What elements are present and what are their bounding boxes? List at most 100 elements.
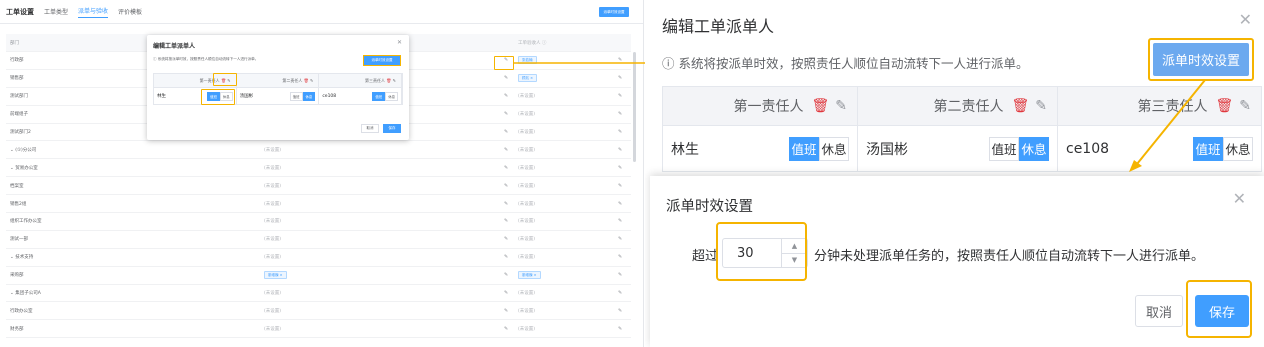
edit-icon[interactable]: ✎ xyxy=(618,236,628,242)
edit-icon[interactable]: ✎ xyxy=(618,290,628,296)
edit-icon[interactable]: ✎ xyxy=(835,98,847,114)
mini-cancel-button[interactable]: 取消 xyxy=(361,124,379,133)
mini-save-button[interactable]: 保存 xyxy=(383,124,401,133)
edit-icon[interactable]: ✎ xyxy=(618,272,628,278)
edit-icon[interactable]: ✎ xyxy=(1239,98,1251,114)
mini-person-cell: ce108 值班 休息 xyxy=(319,87,402,104)
top-tab-bar: 工单设置 工单类型 派单与验收 评价模板 派单时效设置 xyxy=(0,0,643,24)
edit-icon[interactable]: ✎ xyxy=(504,308,518,314)
duty-toggle[interactable]: 值班 xyxy=(1193,136,1223,161)
timeout-dialog-title: 派单时效设置 xyxy=(666,199,753,215)
tab-ticket-settings[interactable]: 工单设置 xyxy=(6,7,34,17)
tab-rating-templates[interactable]: 评价模板 xyxy=(118,7,142,16)
table-row: ⌄ 技术支持 (未设置) ✎ (未设置) ✎ xyxy=(6,249,631,267)
close-icon[interactable]: ✕ xyxy=(1233,189,1246,208)
delete-icon[interactable]: 🗑 xyxy=(1215,98,1233,114)
acceptor-value: (未设置) xyxy=(518,219,536,225)
edit-icon[interactable]: ✎ xyxy=(504,236,518,242)
edit-icon[interactable]: ✎ xyxy=(504,93,518,99)
header-second-responsible: 第二责任人 🗑 ✎ xyxy=(858,86,1058,126)
edit-icon[interactable]: ✎ xyxy=(1035,98,1047,114)
person-name: ce108 xyxy=(1066,140,1110,157)
acceptor-value: (未设置) xyxy=(518,130,536,135)
responsible-grid: 第一责任人 🗑 ✎ 第二责任人 🗑 ✎ 第三责任人 🗑 ✎ 林生 值班 休息 汤国彬 值班 休息 c… xyxy=(662,86,1262,172)
edit-icon[interactable]: ✎ xyxy=(504,326,518,332)
dept-name: 档案室 xyxy=(10,183,24,189)
person-name: 林生 xyxy=(671,141,699,158)
table-scrollbar[interactable] xyxy=(633,52,636,162)
highlight-box-save-button xyxy=(1186,280,1252,338)
edit-icon[interactable]: ✎ xyxy=(618,57,628,63)
duty-toggle[interactable]: 值班 xyxy=(372,91,386,101)
edit-icon[interactable]: ✎ xyxy=(618,201,628,207)
edit-icon[interactable]: ✎ xyxy=(504,183,518,189)
table-row: 财务部 (未设置) ✎ (未设置) ✎ xyxy=(6,320,631,339)
edit-icon[interactable]: ✎ xyxy=(504,290,518,296)
edit-icon[interactable]: ✎ xyxy=(504,165,518,171)
cancel-button[interactable]: 取消 xyxy=(1135,295,1183,327)
edit-icon[interactable]: ✎ xyxy=(618,183,628,189)
rest-toggle[interactable]: 休息 xyxy=(1223,136,1253,161)
dialog-title: 编辑工单派单人 xyxy=(662,17,775,36)
table-row: 采购部 廖维巍 × ✎ 廖维巍 × ✎ xyxy=(6,267,631,285)
edit-icon[interactable]: ✎ xyxy=(618,254,628,260)
edit-icon[interactable]: ✎ xyxy=(504,129,518,135)
person-tag[interactable]: 廖维巍 × xyxy=(264,271,287,280)
rest-toggle[interactable]: 休息 xyxy=(385,91,398,101)
top-dispatch-timeout-button[interactable]: 派单时效设置 xyxy=(599,7,629,17)
edit-icon[interactable]: ✎ xyxy=(504,111,518,117)
dept-name: 组织工作办公室 xyxy=(10,219,42,225)
person-tag[interactable]: 廖维巍 × xyxy=(518,271,541,280)
duty-rest-switch: 值班 休息 xyxy=(789,136,849,161)
edit-icon[interactable]: ✎ xyxy=(393,78,396,83)
close-icon[interactable]: ✕ xyxy=(1239,10,1252,29)
edit-icon[interactable]: ✎ xyxy=(618,218,628,224)
duty-toggle[interactable]: 值班 xyxy=(289,91,303,101)
edit-icon[interactable]: ✎ xyxy=(618,75,628,81)
tab-dispatch-acceptance[interactable]: 派单与验收 xyxy=(78,6,109,18)
edit-icon[interactable]: ✎ xyxy=(504,218,518,224)
acceptor-value: (未设置) xyxy=(518,237,536,243)
mini-header-label: 第三责任人 xyxy=(364,77,385,83)
dispatcher-value: 廖维巍 × xyxy=(264,271,504,280)
delete-icon[interactable]: 🗑 xyxy=(304,78,309,83)
duty-toggle[interactable]: 值班 xyxy=(789,136,819,161)
person-tag[interactable]: 顾兆 × xyxy=(518,74,538,83)
dispatcher-value: (未设置) xyxy=(264,326,282,332)
edit-icon[interactable]: ✎ xyxy=(618,308,628,314)
acceptor-value: 廖维巍 × xyxy=(518,271,618,280)
highlight-box-minutes-input xyxy=(716,222,807,281)
edit-icon[interactable]: ✎ xyxy=(618,165,628,171)
person-tag[interactable]: 张若楠 xyxy=(518,56,537,65)
highlight-box-duty-toggle xyxy=(201,89,235,105)
edit-icon[interactable]: ✎ xyxy=(618,326,628,332)
edit-icon[interactable]: ✎ xyxy=(504,147,518,153)
delete-icon[interactable]: 🗑 xyxy=(1011,98,1029,114)
mini-edit-dispatcher-dialog: 编辑工单派单人 ✕ ⓘ 系统将按派单时效，按照责任人顺位自动流转下一人进行派单。… xyxy=(147,35,409,140)
table-row: 行政办公室 (未设置) ✎ (未设置) ✎ xyxy=(6,302,631,321)
table-row: 测试一部 (未设置) ✎ (未设置) ✎ xyxy=(6,231,631,249)
dept-name: ⌄ 集团子公司A xyxy=(10,291,41,297)
tab-ticket-types[interactable]: 工单类型 xyxy=(44,7,68,16)
delete-icon[interactable]: 🗑 xyxy=(811,98,829,114)
delete-icon[interactable]: 🗑 xyxy=(386,78,391,83)
edit-dispatcher-dialog: 编辑工单派单人 ✕ ⓘ 系统将按派单时效，按照责任人顺位自动流转下一人进行派单。… xyxy=(645,0,1264,175)
rest-toggle[interactable]: 休息 xyxy=(819,136,849,161)
acceptor-value: (未设置) xyxy=(518,201,536,207)
mini-dispatch-timeout-button[interactable]: 派单时效设置 xyxy=(363,55,401,66)
rest-toggle[interactable]: 休息 xyxy=(302,91,316,101)
edit-icon[interactable]: ✎ xyxy=(504,201,518,207)
rest-toggle[interactable]: 休息 xyxy=(1019,136,1049,161)
edit-icon[interactable]: ✎ xyxy=(504,75,518,81)
edit-icon[interactable]: ✎ xyxy=(504,254,518,260)
close-icon[interactable]: ✕ xyxy=(397,39,402,46)
edit-icon[interactable]: ✎ xyxy=(504,272,518,278)
duty-toggle[interactable]: 值班 xyxy=(989,136,1019,161)
edit-icon[interactable]: ✎ xyxy=(618,93,628,99)
edit-icon[interactable]: ✎ xyxy=(618,129,628,135)
edit-icon[interactable]: ✎ xyxy=(310,78,313,83)
table-row: 档案室 (未设置) ✎ (未设置) ✎ xyxy=(6,177,631,196)
duty-rest-switch: 值班 休息 xyxy=(989,136,1049,161)
edit-icon[interactable]: ✎ xyxy=(618,147,628,153)
edit-icon[interactable]: ✎ xyxy=(618,111,628,117)
